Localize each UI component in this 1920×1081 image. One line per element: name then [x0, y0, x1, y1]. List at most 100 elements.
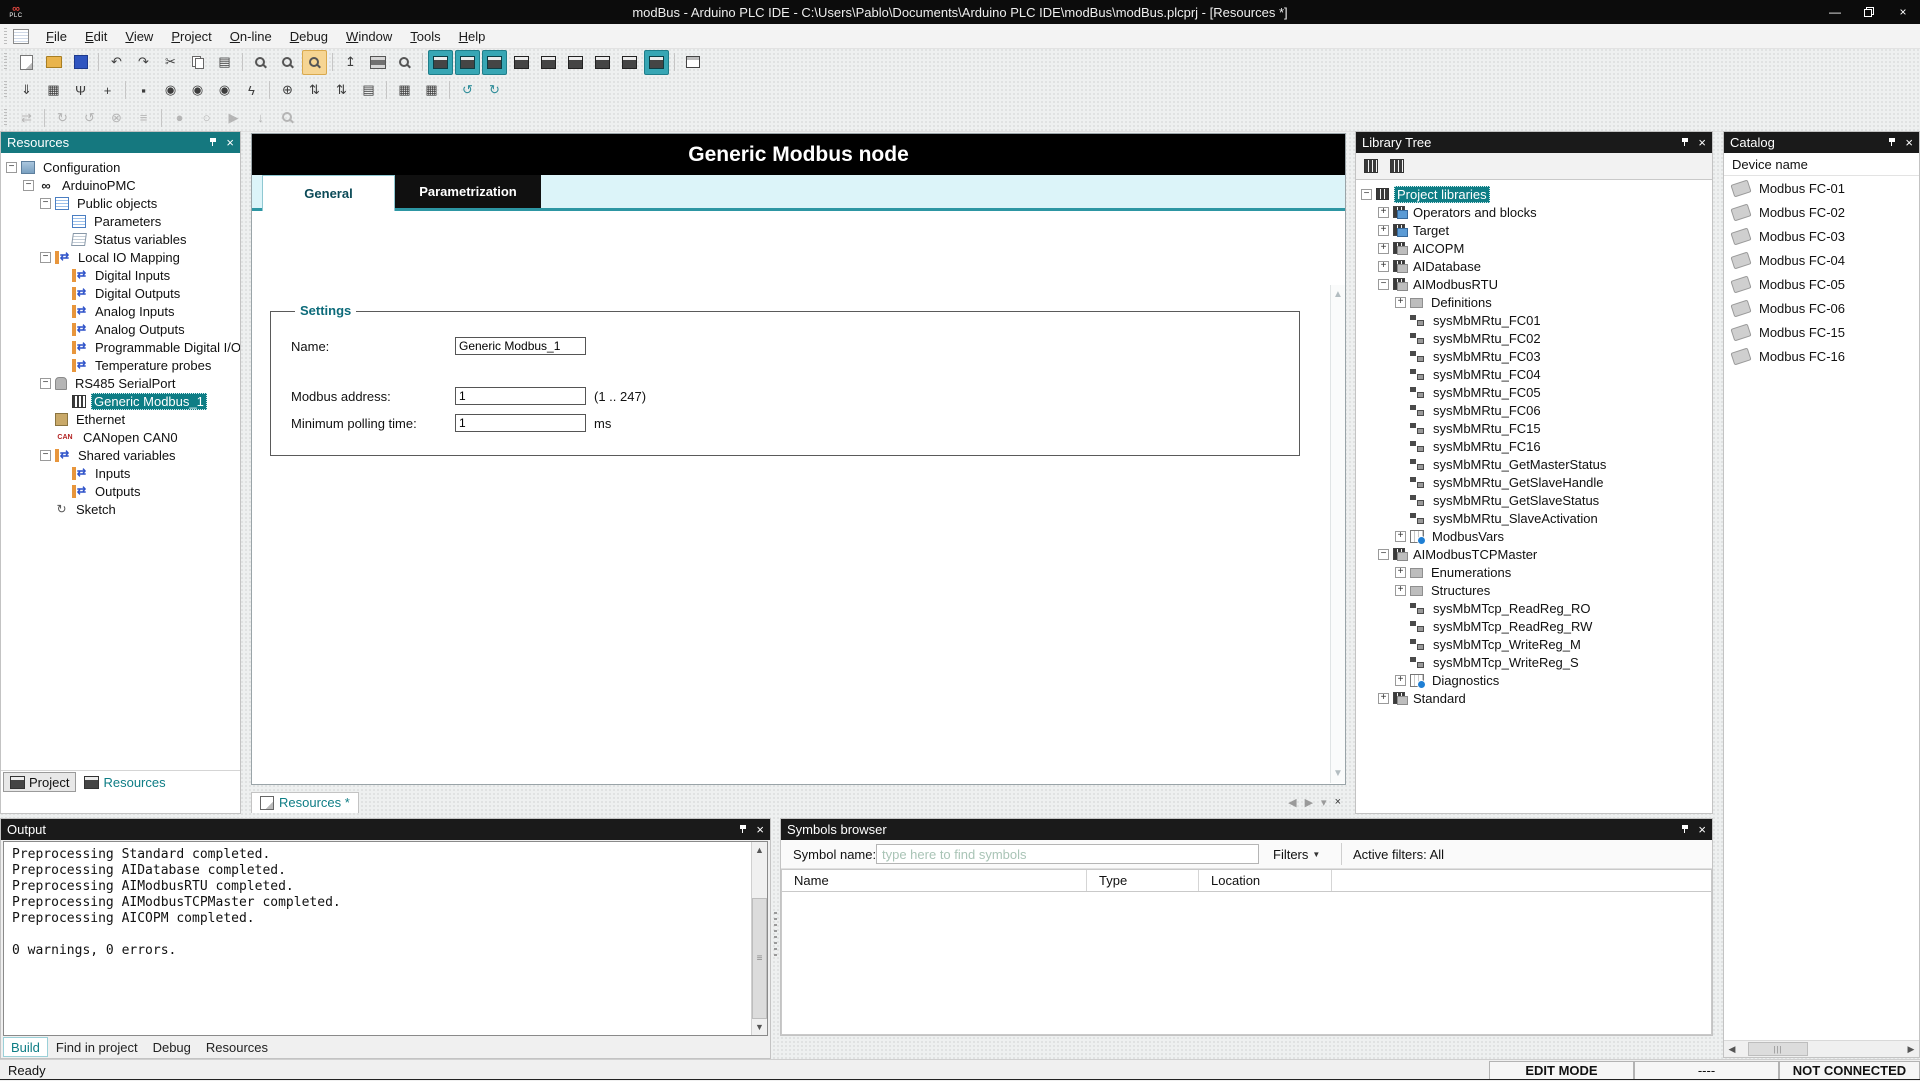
resources-item-digital-outputs[interactable]: −⇄Digital Outputs: [1, 284, 240, 302]
open-project-button[interactable]: [41, 50, 66, 75]
resources-item-parameters[interactable]: −Parameters: [1, 212, 240, 230]
find-replace-button[interactable]: [275, 50, 300, 75]
scroll-up-icon[interactable]: ▲: [1333, 289, 1343, 300]
scrollbar-thumb[interactable]: |||: [1748, 1042, 1808, 1056]
resources-item-temperature-probes[interactable]: −⇄Temperature probes: [1, 356, 240, 374]
view-project-toggle[interactable]: [428, 50, 453, 75]
pin-icon[interactable]: [1681, 824, 1690, 835]
expand-icon[interactable]: +: [1378, 225, 1389, 236]
catalog-item-modbus-fc-03[interactable]: Modbus FC-03: [1724, 224, 1919, 248]
menu-view[interactable]: View: [116, 27, 162, 46]
tab-build[interactable]: Build: [3, 1037, 48, 1057]
paste-button[interactable]: ▤: [212, 50, 237, 75]
tab-scroll-right-icon[interactable]: ▶: [1305, 796, 1313, 809]
debug-find-icon[interactable]: [275, 105, 300, 130]
collapse-icon[interactable]: −: [40, 198, 51, 209]
catalog-item-modbus-fc-16[interactable]: Modbus FC-16: [1724, 344, 1919, 368]
no-halt-icon[interactable]: ○: [194, 105, 219, 130]
library-item-aidatabase[interactable]: +AIDatabase: [1356, 257, 1712, 275]
tab-resources[interactable]: Resources: [199, 1038, 275, 1056]
library-item-sysmbmrtu-fc04[interactable]: −sysMbMRtu_FC04: [1356, 365, 1712, 383]
tab-list-icon[interactable]: ▾: [1321, 796, 1327, 809]
device-in-icon[interactable]: ⇅: [302, 78, 327, 103]
library-item-sysmbmrtu-fc16[interactable]: −sysMbMRtu_FC16: [1356, 437, 1712, 455]
catalog-horizontal-scrollbar[interactable]: ◀ ||| ▶: [1724, 1040, 1919, 1057]
cut-button[interactable]: ✂: [158, 50, 183, 75]
resources-item-generic-modbus-1[interactable]: −Generic Modbus_1: [1, 392, 240, 410]
simulation-swap-icon[interactable]: ⇄: [14, 105, 39, 130]
library-item-sysmbmtcp-readreg-ro[interactable]: −sysMbMTcp_ReadReg_RO: [1356, 599, 1712, 617]
scrollbar-thumb[interactable]: ≡: [752, 898, 767, 1019]
library-item-sysmbmtcp-writereg-m[interactable]: −sysMbMTcp_WriteReg_M: [1356, 635, 1712, 653]
library-item-aicopm[interactable]: +AICOPM: [1356, 239, 1712, 257]
resources-item-analog-outputs[interactable]: −⇄Analog Outputs: [1, 320, 240, 338]
close-icon[interactable]: ×: [1905, 136, 1913, 149]
catalog-item-modbus-fc-15[interactable]: Modbus FC-15: [1724, 320, 1919, 344]
library-item-sysmbmrtu-fc05[interactable]: −sysMbMRtu_FC05: [1356, 383, 1712, 401]
resources-item-shared-variables[interactable]: −⇄Shared variables: [1, 446, 240, 464]
minimize-button[interactable]: —: [1818, 0, 1852, 24]
expand-icon[interactable]: +: [1395, 531, 1406, 542]
init-values-icon[interactable]: ≡: [131, 105, 156, 130]
resources-item-sketch[interactable]: −↻Sketch: [1, 500, 240, 518]
library-item-structures[interactable]: +Structures: [1356, 581, 1712, 599]
tab-project[interactable]: Project: [3, 772, 76, 792]
library-item-target[interactable]: +Target: [1356, 221, 1712, 239]
pointer-icon[interactable]: +: [95, 78, 120, 103]
globe-icon[interactable]: ⊕: [275, 78, 300, 103]
menu-debug[interactable]: Debug: [281, 27, 337, 46]
panel-splitter[interactable]: [771, 900, 780, 970]
library-item-aimodbusrtu[interactable]: −AIModbusRTU: [1356, 275, 1712, 293]
record-icon-1[interactable]: ◉: [158, 78, 183, 103]
menu-help[interactable]: Help: [450, 27, 495, 46]
cold-restart-icon[interactable]: ↺: [77, 105, 102, 130]
library-item-sysmbmrtu-fc06[interactable]: −sysMbMRtu_FC06: [1356, 401, 1712, 419]
tab-find-in-project[interactable]: Find in project: [49, 1038, 145, 1056]
library-item-sysmbmrtu-fc02[interactable]: −sysMbMRtu_FC02: [1356, 329, 1712, 347]
memory-table-icon[interactable]: ▤: [356, 78, 381, 103]
library-item-standard[interactable]: +Standard: [1356, 689, 1712, 707]
collapse-icon[interactable]: −: [6, 162, 17, 173]
library-item-project-libraries[interactable]: −Project libraries: [1356, 185, 1712, 203]
view-resources-toggle[interactable]: [455, 50, 480, 75]
save-project-button[interactable]: [68, 50, 93, 75]
tab-parametrization[interactable]: Parametrization: [395, 175, 541, 208]
resources-item-rs485-serialport[interactable]: −RS485 SerialPort: [1, 374, 240, 392]
resources-item-analog-inputs[interactable]: −⇄Analog Inputs: [1, 302, 240, 320]
column-header-name[interactable]: Name: [782, 870, 1087, 891]
pin-icon[interactable]: [1681, 137, 1690, 148]
wye-cable-icon[interactable]: Ψ: [68, 78, 93, 103]
scroll-right-icon[interactable]: ▶: [1903, 1044, 1919, 1055]
print-preview-button[interactable]: [392, 50, 417, 75]
close-icon[interactable]: ×: [756, 823, 764, 836]
collapse-icon[interactable]: −: [40, 252, 51, 263]
column-header-location[interactable]: Location: [1199, 870, 1332, 891]
navigate-forward-icon[interactable]: ↻: [482, 78, 507, 103]
library-item-sysmbmtcp-writereg-s[interactable]: −sysMbMTcp_WriteReg_S: [1356, 653, 1712, 671]
minimum-polling-time-input[interactable]: [455, 414, 586, 432]
view-oscilloscope-toggle[interactable]: [536, 50, 561, 75]
find-in-project-button[interactable]: [302, 50, 327, 75]
stop-icon[interactable]: ▪: [131, 78, 156, 103]
find-button[interactable]: [248, 50, 273, 75]
download-code-icon[interactable]: ⇓: [14, 78, 39, 103]
lightning-icon[interactable]: ϟ: [239, 78, 264, 103]
expand-icon[interactable]: +: [1378, 207, 1389, 218]
view-config-toggle[interactable]: [563, 50, 588, 75]
resources-item-configuration[interactable]: −Configuration: [1, 158, 240, 176]
library-item-operators-and-blocks[interactable]: +Operators and blocks: [1356, 203, 1712, 221]
resources-item-digital-inputs[interactable]: −⇄Digital Inputs: [1, 266, 240, 284]
column-header-type[interactable]: Type: [1087, 870, 1199, 891]
pin-icon[interactable]: [739, 824, 748, 835]
tab-scroll-left-icon[interactable]: ◀: [1288, 796, 1296, 809]
library-item-sysmbmrtu-getmasterstatus[interactable]: −sysMbMRtu_GetMasterStatus: [1356, 455, 1712, 473]
library-item-diagnostics[interactable]: +Diagnostics: [1356, 671, 1712, 689]
view-text-toggle[interactable]: [617, 50, 642, 75]
expand-icon[interactable]: +: [1378, 693, 1389, 704]
catalog-item-modbus-fc-02[interactable]: Modbus FC-02: [1724, 200, 1919, 224]
navigate-back-icon[interactable]: ↺: [455, 78, 480, 103]
library-item-aimodbustcpmaster[interactable]: −AIModbusTCPMaster: [1356, 545, 1712, 563]
close-icon[interactable]: ×: [1698, 823, 1706, 836]
expand-icon[interactable]: +: [1395, 675, 1406, 686]
resources-item-programmable-digital-i-o[interactable]: −⇄Programmable Digital I/O: [1, 338, 240, 356]
